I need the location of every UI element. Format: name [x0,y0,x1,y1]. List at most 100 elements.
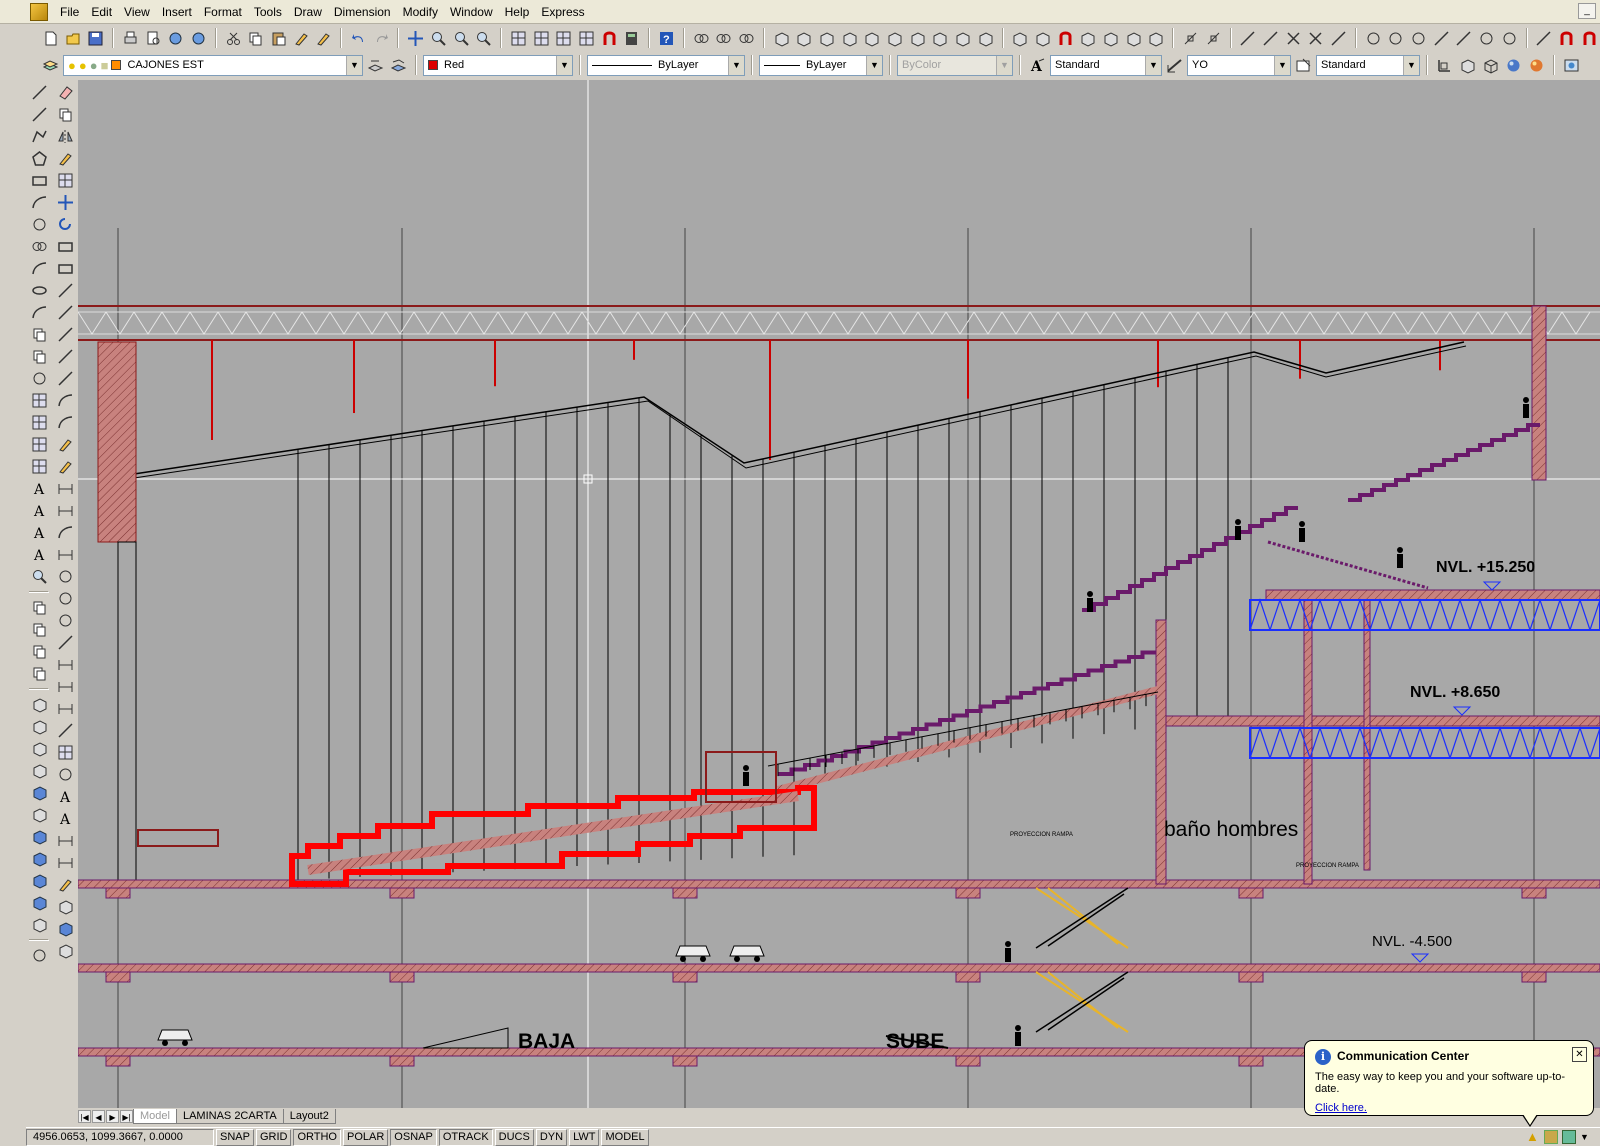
ellipse-tool-icon[interactable] [28,280,50,301]
render-2-icon[interactable] [54,896,76,917]
layer-4-icon[interactable] [28,663,50,684]
ortho-toggle[interactable]: ORTHO [293,1128,341,1146]
tab-layout2[interactable]: Layout2 [282,1108,336,1124]
snap-extension-icon[interactable] [1306,28,1327,49]
extend-tool-icon[interactable] [54,302,76,323]
dim-style-select[interactable]: YO ▼ [1187,54,1291,76]
snap-perpendicular-icon[interactable] [1431,28,1452,49]
layer-1-icon[interactable] [28,597,50,618]
chevron-down-icon[interactable]: ▼ [1580,1130,1594,1144]
nav-icon[interactable] [28,945,50,966]
break-at-point-icon[interactable] [54,324,76,345]
open-icon[interactable] [63,28,84,49]
help-icon[interactable]: ? [656,28,677,49]
polar-toggle[interactable]: POLAR [343,1128,389,1146]
ucs-prev-icon[interactable] [1032,28,1053,49]
tolerance-icon[interactable] [54,742,76,763]
snap-endpoint-icon[interactable] [1203,28,1224,49]
move-tool-icon[interactable] [54,192,76,213]
layer-3-icon[interactable] [28,641,50,662]
snap-nearest-icon[interactable] [1499,28,1520,49]
zoom-previous-icon[interactable] [473,28,494,49]
tray-settings-icon[interactable] [1562,1130,1576,1144]
chevron-down-icon[interactable]: ▼ [728,55,744,75]
dim-update-icon[interactable] [54,830,76,851]
zoom-realtime-icon[interactable] [428,28,449,49]
render-sphere-icon[interactable] [1503,55,1524,76]
acad-icon[interactable] [1579,28,1600,49]
lwt-toggle[interactable]: LWT [569,1128,600,1146]
chevron-down-icon[interactable]: ▼ [556,55,572,75]
ucs-icon[interactable] [1078,28,1099,49]
menu-insert[interactable]: Insert [156,0,198,24]
menu-express[interactable]: Express [535,0,590,24]
subtract-icon[interactable] [713,28,734,49]
lock-toolbar-icon[interactable] [1544,1130,1558,1144]
properties-icon[interactable] [508,28,529,49]
3d-box-icon[interactable] [1457,55,1478,76]
snap-none-icon[interactable] [1328,28,1349,49]
break-tool-icon[interactable] [54,346,76,367]
snap-tangent-icon[interactable] [1408,28,1429,49]
shell-icon[interactable] [975,28,996,49]
menu-edit[interactable]: Edit [85,0,118,24]
color-faces-icon[interactable] [930,28,951,49]
text-style-select[interactable]: Standard ▼ [1050,54,1162,76]
design-center-icon[interactable] [531,28,552,49]
explode-tool-icon[interactable] [54,434,76,455]
intersect-icon[interactable] [736,28,757,49]
chevron-down-icon[interactable]: ▼ [346,55,362,75]
imprint-icon[interactable] [907,28,928,49]
copy-icon[interactable] [245,28,266,49]
plot-icon[interactable] [120,28,141,49]
view-2-icon[interactable] [28,716,50,737]
trim-tool-icon[interactable] [54,280,76,301]
menu-file[interactable]: File [54,0,85,24]
polyline-tool-icon[interactable] [28,126,50,147]
ucs-face-icon[interactable] [1100,28,1121,49]
drawing-canvas[interactable]: NVL. +15.250 NVL. +8.650 NVL. -4.500 bañ… [78,80,1600,1108]
render-1-icon[interactable] [54,874,76,895]
offset-tool-icon[interactable] [54,148,76,169]
view-3-icon[interactable] [28,738,50,759]
table-tool-icon[interactable] [28,456,50,477]
view-9-icon[interactable] [28,870,50,891]
close-icon[interactable]: ✕ [1572,1047,1587,1062]
polygon-tool-icon[interactable] [28,148,50,169]
publish-web-icon[interactable] [188,28,209,49]
quickcalc-icon[interactable] [621,28,642,49]
stretch-tool-icon[interactable] [54,258,76,279]
table-style-select[interactable]: Standard ▼ [1316,54,1420,76]
snap-parallel-icon[interactable] [1454,28,1475,49]
pan-icon[interactable] [405,28,426,49]
menu-view[interactable]: View [118,0,156,24]
rotate-tool-icon[interactable] [54,214,76,235]
view-10-icon[interactable] [28,892,50,913]
extrude-icon[interactable] [771,28,792,49]
publish-icon[interactable] [165,28,186,49]
new-icon[interactable] [40,28,61,49]
view-4-icon[interactable] [28,760,50,781]
line-tool-icon[interactable] [28,82,50,103]
match-properties-icon[interactable] [291,28,312,49]
minimize-icon[interactable]: _ [1578,3,1596,19]
slice-icon[interactable] [816,28,837,49]
snap-midpoint-icon[interactable] [1238,28,1259,49]
quick-dim-icon[interactable] [54,654,76,675]
dyn-toggle[interactable]: DYN [535,1128,568,1146]
autocad-app-icon[interactable] [30,2,48,21]
ducs-toggle[interactable]: DUCS [494,1128,534,1146]
chamfer-tool-icon[interactable] [54,390,76,411]
prev-tab-icon[interactable]: ◀ [92,1109,105,1123]
markup-icon[interactable] [599,28,620,49]
layer-previous-icon[interactable] [388,55,409,76]
dim-linear-icon[interactable] [54,478,76,499]
otrack-toggle[interactable]: OTRACK [438,1128,493,1146]
grid-toggle[interactable]: GRID [255,1128,292,1146]
snap-intersection-icon[interactable] [1260,28,1281,49]
layer-manager-icon[interactable] [40,55,61,76]
color-select[interactable]: Red ▼ [423,54,573,76]
3d-wire-icon[interactable] [1480,55,1501,76]
mtext-tool-icon[interactable]: A [28,478,50,499]
ucs-world-icon[interactable] [1010,28,1031,49]
